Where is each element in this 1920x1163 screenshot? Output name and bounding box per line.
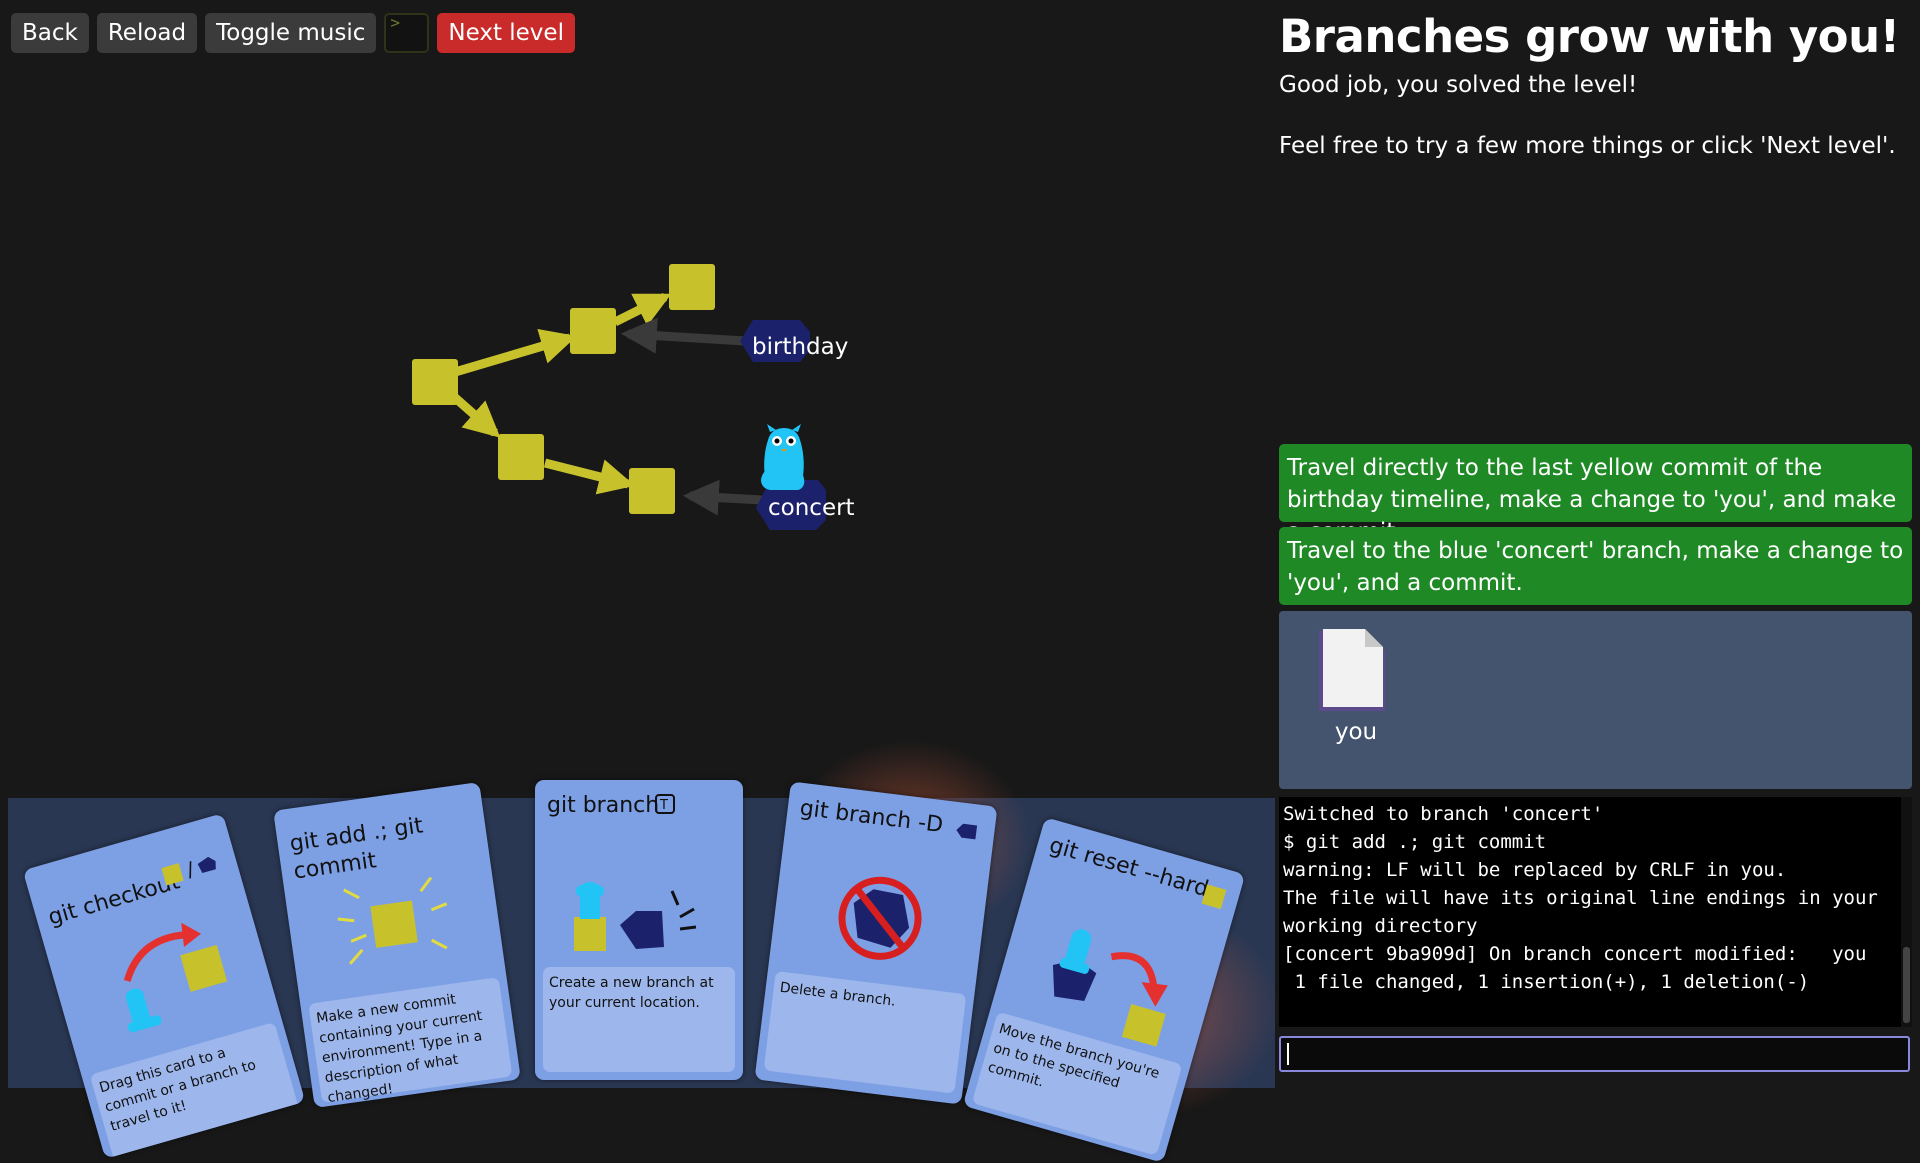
commit-node[interactable]: [669, 264, 715, 310]
branch-label-birthday: birthday: [752, 334, 848, 360]
commit-node[interactable]: [570, 308, 616, 354]
terminal-line: $ git add .; git commit: [1283, 831, 1547, 853]
file-icon: [1319, 629, 1385, 711]
card-title: git branch: [547, 793, 660, 818]
task-item: Travel to the blue 'concert' branch, mak…: [1279, 527, 1912, 605]
branch-pointer-edge: [682, 479, 763, 516]
commit-edge: [449, 391, 501, 438]
text-caret: [1287, 1043, 1289, 1065]
branch-tag-icon: [956, 823, 978, 840]
checkout-illustration: [123, 922, 228, 1033]
commit-or-branch-icon: /: [161, 857, 216, 886]
file-item-you[interactable]: [1315, 627, 1389, 719]
terminal-line: working directory: [1283, 915, 1478, 937]
terminal-line: [concert 9ba909d] On branch concert modi…: [1283, 943, 1867, 965]
file-name: you: [1334, 719, 1378, 745]
scrollbar-thumb[interactable]: [1903, 947, 1910, 1023]
terminal-line: The file will have its original line end…: [1283, 887, 1878, 909]
level-title: Branches grow with you!: [1279, 10, 1900, 63]
card-git-branch[interactable]: git branch T Create a new branch at your…: [535, 780, 743, 1080]
card-git-branch-delete[interactable]: git branch -D Delete a branch.: [754, 781, 998, 1105]
level-hint: Feel free to try a few more things or cl…: [1279, 133, 1896, 159]
command-input[interactable]: [1279, 1036, 1910, 1072]
terminal-line: Switched to branch 'concert': [1283, 803, 1604, 825]
commit-edge: [453, 328, 577, 377]
terminal-line: 1 file changed, 1 insertion(+), 1 deleti…: [1283, 971, 1810, 993]
card-title: git branch -D: [798, 795, 945, 839]
branch-birthday[interactable]: birthday: [740, 320, 848, 362]
svg-text:/: /: [184, 857, 197, 882]
card-description: Drag this card to a commit or a branch t…: [89, 1022, 301, 1159]
card-description: Delete a branch.: [763, 971, 967, 1094]
terminal-line: warning: LF will be replaced by CRLF in …: [1283, 859, 1787, 881]
card-description: Make a new commit containing your curren…: [308, 977, 513, 1106]
card-description: Create a new branch at your current loca…: [543, 967, 735, 1072]
card-git-add-commit[interactable]: git add .; git commit Make a new commit …: [273, 781, 521, 1109]
terminal-scrollbar[interactable]: [1901, 797, 1912, 1027]
no-entry-icon: [838, 876, 922, 960]
svg-text:T: T: [659, 798, 668, 813]
commit-icon: [1201, 884, 1227, 910]
new-branch-illustration: [574, 882, 697, 951]
commit-node[interactable]: [498, 434, 544, 480]
commit-node[interactable]: [412, 359, 458, 405]
commit-node[interactable]: [629, 468, 675, 514]
player-blob-icon: [761, 424, 805, 490]
branch-label-concert: concert: [768, 495, 855, 521]
branch-pointer-edge: [620, 317, 746, 354]
task-item: Travel directly to the last yellow commi…: [1279, 444, 1912, 545]
keyboard-key-icon: T: [655, 794, 675, 814]
commit-graph: birthday concert: [412, 264, 855, 530]
commit-sparkle-icon: [337, 876, 448, 965]
file-browser: you: [1279, 611, 1912, 789]
terminal-output: Switched to branch 'concert' $ git add .;…: [1279, 797, 1902, 1027]
commit-edge: [612, 292, 672, 327]
commit-edge: [543, 458, 635, 495]
level-message: Good job, you solved the level!: [1279, 72, 1638, 98]
